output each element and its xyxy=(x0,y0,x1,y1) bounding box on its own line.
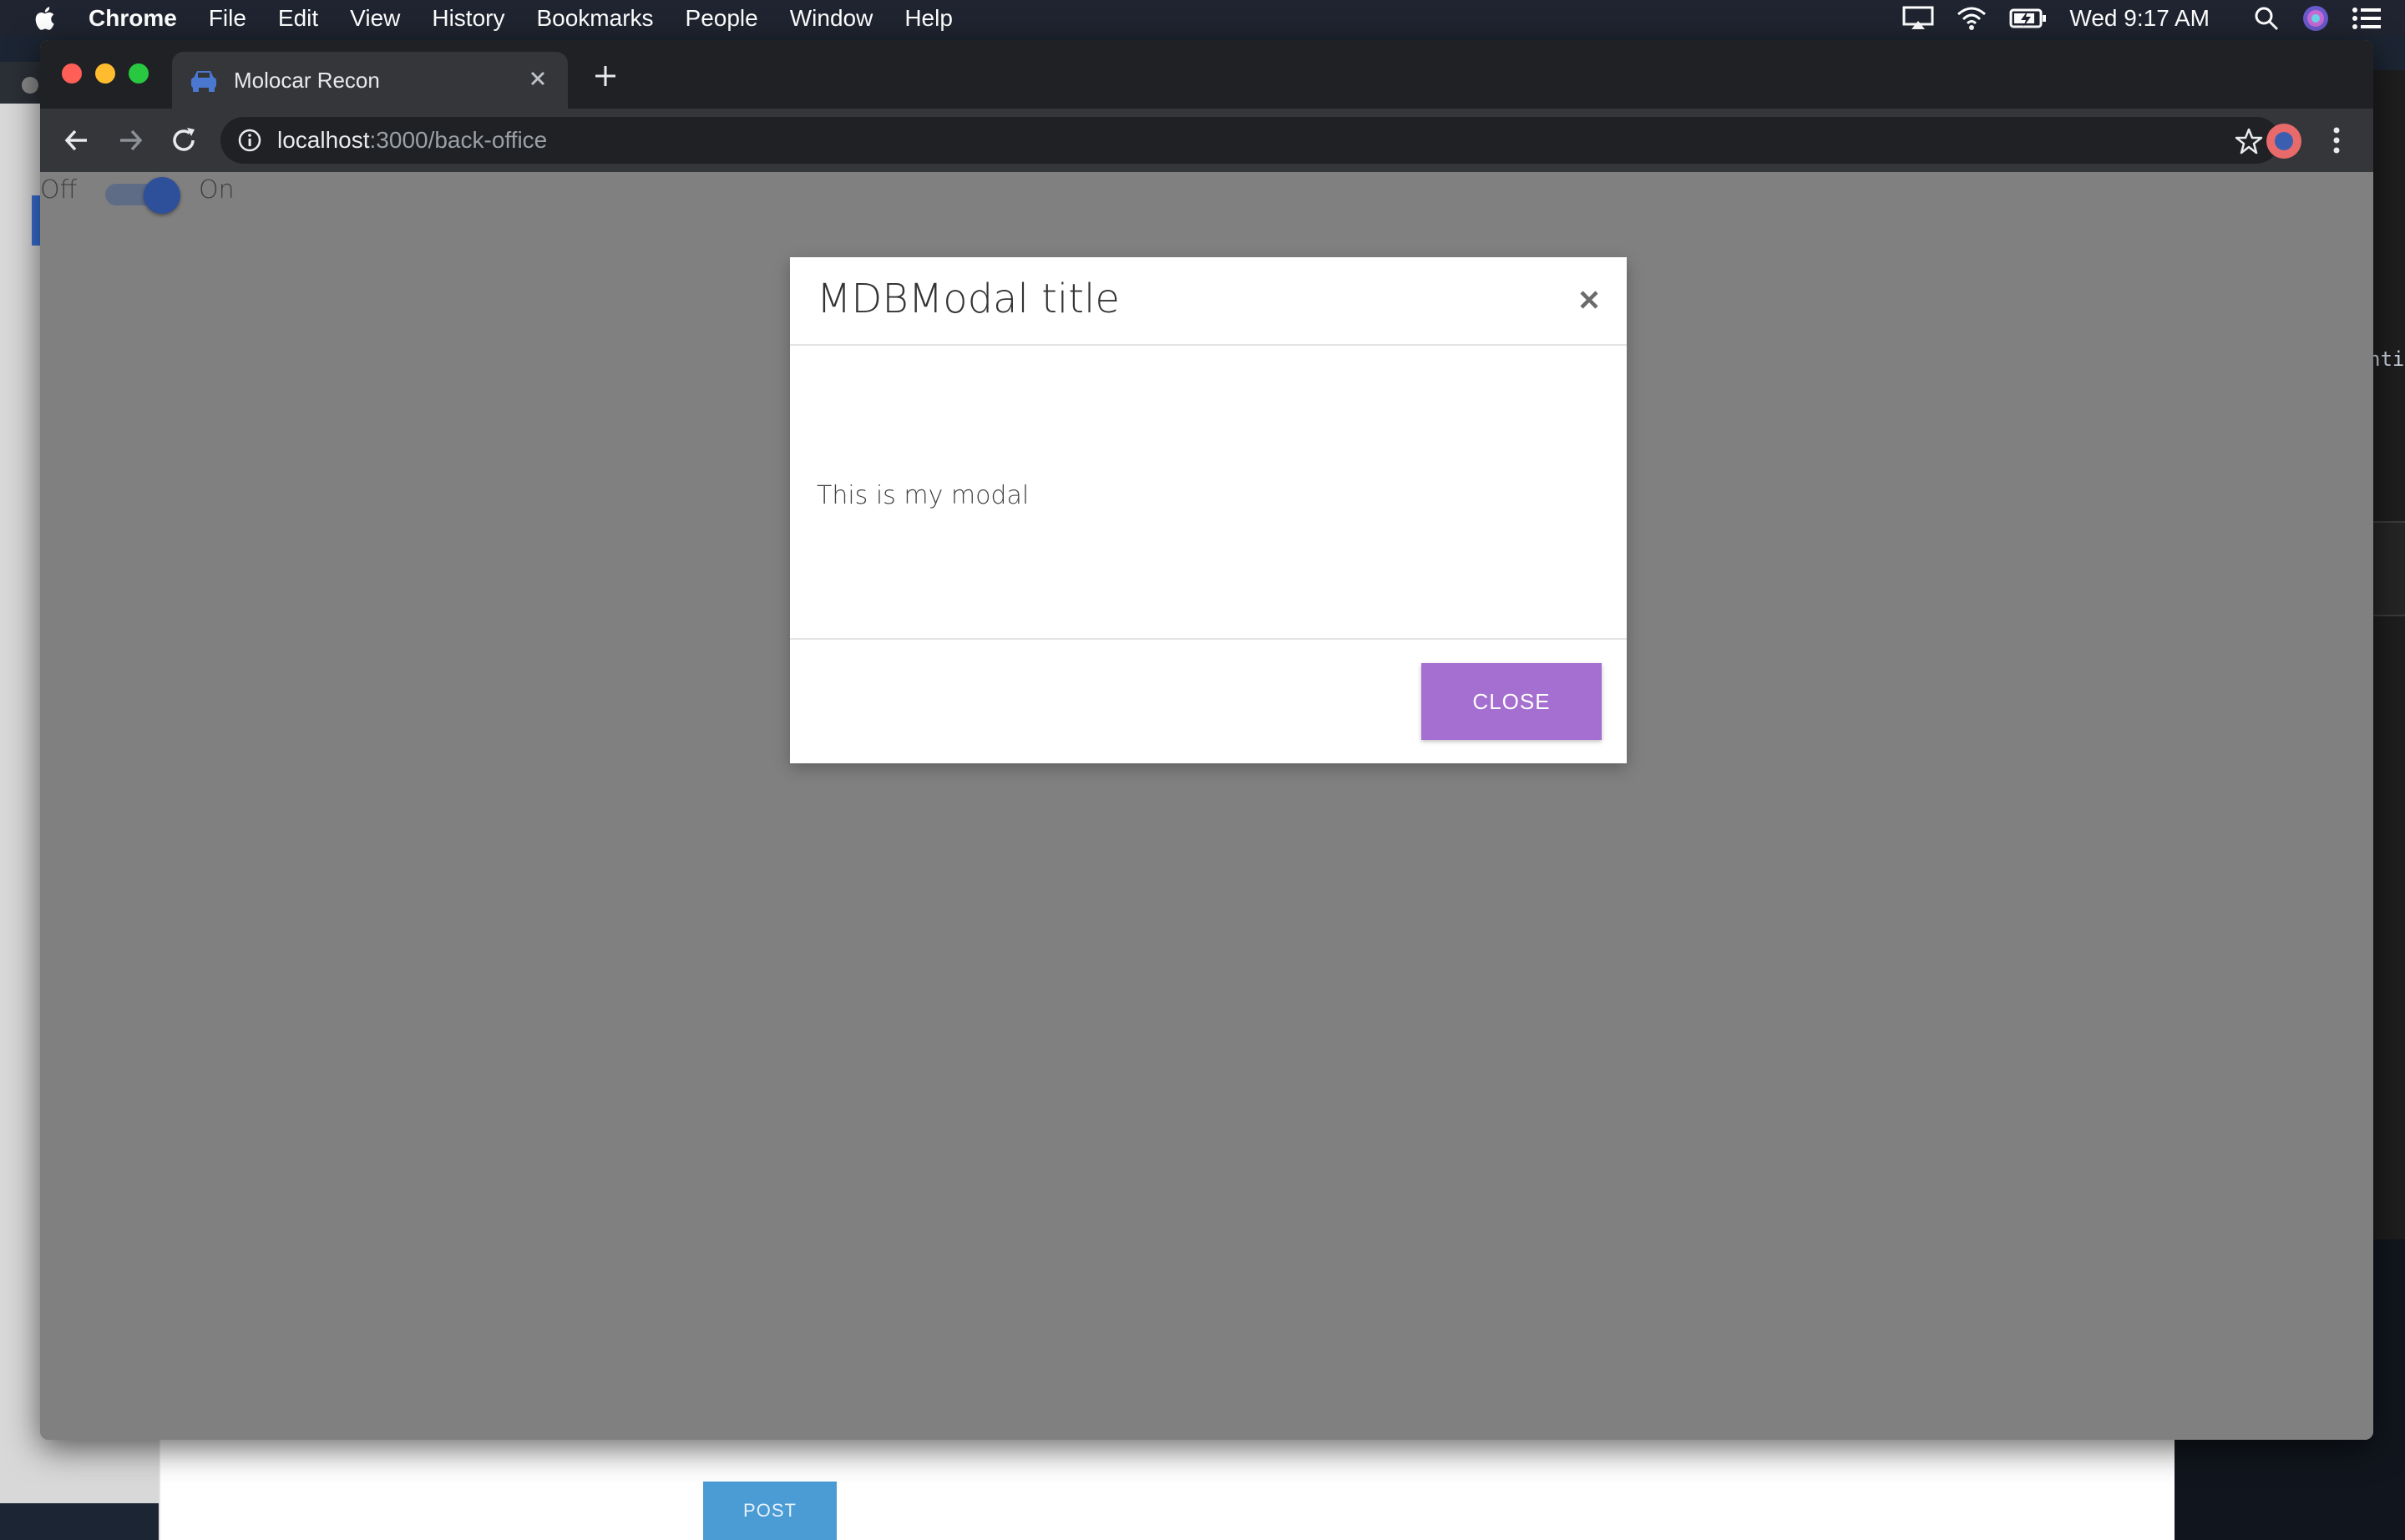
url-path: :3000/back-office xyxy=(369,127,548,153)
tab-title: Molocar Recon xyxy=(234,67,380,93)
window-maximize-button[interactable] xyxy=(129,63,149,84)
forward-arrow-icon[interactable] xyxy=(114,124,147,157)
modal-body-text: This is my modal xyxy=(817,481,1030,510)
modal-footer: CLOSE xyxy=(790,638,1627,765)
menu-history[interactable]: History xyxy=(432,5,504,32)
notification-center-icon[interactable] xyxy=(2352,6,2382,31)
macos-menu-bar: Chrome File Edit View History Bookmarks … xyxy=(0,0,2405,37)
reload-icon[interactable] xyxy=(167,124,200,157)
menu-people[interactable]: People xyxy=(686,5,758,32)
toggle-switch-knob[interactable] xyxy=(144,177,180,214)
car-icon xyxy=(191,71,216,92)
menu-app-name[interactable]: Chrome xyxy=(89,5,177,32)
background-editor-box xyxy=(2368,521,2405,616)
modal-header: MDBModal title xyxy=(790,257,1627,346)
menu-help[interactable]: Help xyxy=(904,5,953,32)
page-backdrop[interactable]: Off On MDBModal title This is my modal C… xyxy=(40,172,2373,1440)
chrome-window: Molocar Recon localhost:3000/back-office… xyxy=(40,40,2373,1440)
modal-dialog: MDBModal title This is my modal CLOSE xyxy=(790,257,1627,763)
bookmark-star-icon[interactable] xyxy=(2235,127,2263,155)
toggle-on-label: On xyxy=(199,175,235,205)
menu-window[interactable]: Window xyxy=(790,5,873,32)
tab-strip: Molocar Recon xyxy=(40,40,2373,109)
menubar-clock[interactable]: Wed 9:17 AM xyxy=(2069,5,2210,32)
menu-view[interactable]: View xyxy=(350,5,400,32)
address-bar[interactable]: localhost:3000/back-office xyxy=(220,117,2280,164)
wifi-icon[interactable] xyxy=(1956,6,1987,31)
background-page-panel-right xyxy=(1380,1440,2175,1540)
new-tab-icon[interactable] xyxy=(591,62,620,90)
background-window-control xyxy=(22,77,38,94)
window-close-button[interactable] xyxy=(62,63,82,84)
modal-title: MDBModal title xyxy=(817,276,1120,322)
close-icon[interactable] xyxy=(1577,287,1602,312)
toggle-off-label: Off xyxy=(40,175,78,205)
menu-edit[interactable]: Edit xyxy=(278,5,318,32)
apple-icon[interactable] xyxy=(32,4,60,33)
menu-bookmarks[interactable]: Bookmarks xyxy=(536,5,653,32)
background-window-accent xyxy=(32,195,40,246)
battery-icon[interactable] xyxy=(2009,6,2048,31)
back-arrow-icon[interactable] xyxy=(60,124,94,157)
tab-close-icon[interactable] xyxy=(526,67,549,90)
tab-molocar-recon[interactable]: Molocar Recon xyxy=(172,52,568,109)
spotlight-icon[interactable] xyxy=(2253,5,2280,32)
airplay-icon[interactable] xyxy=(1902,6,1934,31)
menu-file[interactable]: File xyxy=(209,5,246,32)
url-text[interactable]: localhost:3000/back-office xyxy=(277,127,547,154)
siri-icon[interactable] xyxy=(2301,4,2330,33)
info-icon[interactable] xyxy=(237,128,262,153)
url-host: localhost xyxy=(277,127,370,153)
profile-avatar[interactable] xyxy=(2266,124,2301,159)
background-post-button[interactable]: POST xyxy=(703,1482,837,1540)
background-terminal-text: nti xyxy=(2368,347,2405,371)
more-menu-icon[interactable] xyxy=(2330,124,2343,157)
close-button[interactable]: CLOSE xyxy=(1421,663,1602,740)
browser-toolbar: localhost:3000/back-office xyxy=(40,109,2373,172)
window-minimize-button[interactable] xyxy=(95,63,115,84)
